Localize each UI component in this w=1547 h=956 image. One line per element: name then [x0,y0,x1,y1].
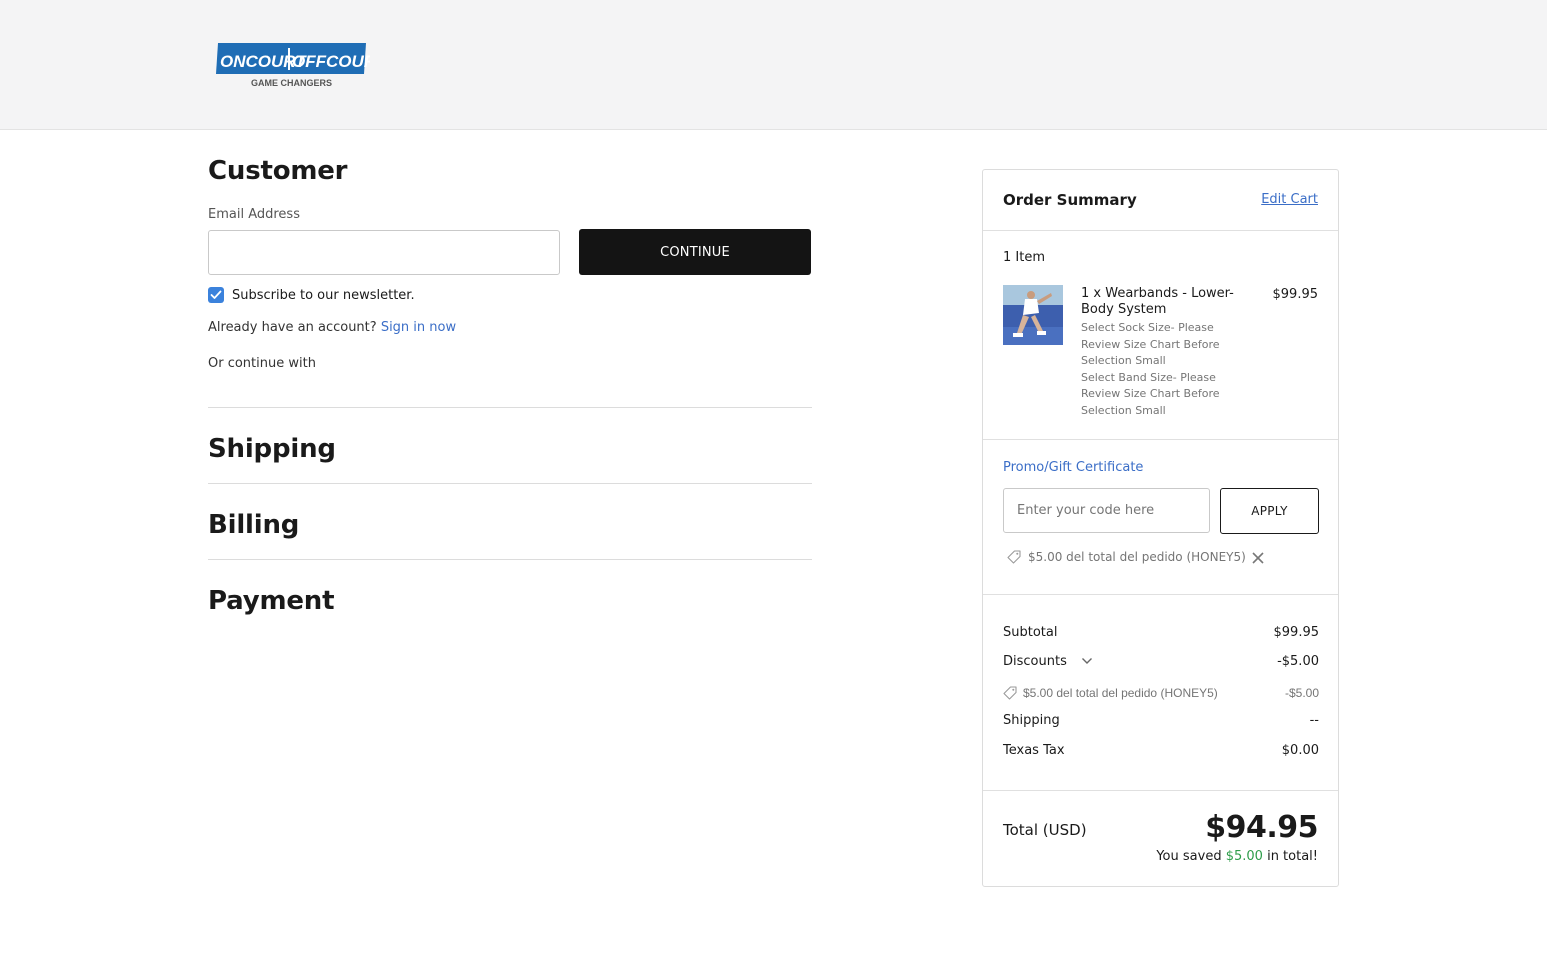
tax-label: Texas Tax [1003,743,1065,758]
promo-code-input[interactable] [1003,488,1210,533]
apply-promo-button[interactable]: APPLY [1220,488,1319,534]
email-field[interactable] [208,230,560,275]
subtotal-label: Subtotal [1003,625,1058,640]
section-divider [208,559,812,560]
product-thumbnail [1003,285,1063,345]
summary-divider [983,439,1338,440]
checkmark-icon [210,290,222,299]
applied-coupon: $5.00 del total del pedido (HONEY5) [1007,550,1246,564]
svg-text:OFFCOURT: OFFCOURT [292,52,370,71]
shipping-value: -- [1309,713,1319,728]
discount-detail-value: -$5.00 [1284,686,1319,700]
svg-text:GAME CHANGERS: GAME CHANGERS [251,78,332,88]
oncourt-offcourt-logo[interactable]: ONCOURT OFFCOURT GAME CHANGERS [214,40,370,90]
newsletter-checkbox[interactable] [208,287,224,303]
sign-in-prompt: Already have an account? Sign in now [208,320,456,335]
already-account-text: Already have an account? [208,320,377,335]
customer-section-title: Customer [208,156,348,186]
subtotal-row: Subtotal $99.95 [1003,625,1319,643]
chevron-down-icon[interactable] [1081,657,1093,665]
newsletter-label: Subscribe to our newsletter. [232,287,415,303]
subtotal-value: $99.95 [1273,625,1320,640]
shipping-section-title[interactable]: Shipping [208,434,336,464]
edit-cart-link[interactable]: Edit Cart [1261,192,1318,207]
saved-amount: $5.00 [1225,849,1263,864]
tax-row: Texas Tax $0.00 [1003,743,1319,761]
discounts-value: -$5.00 [1277,654,1319,669]
discounts-label-text: Discounts [1003,654,1067,669]
tag-icon [1003,686,1017,700]
payment-section-title[interactable]: Payment [208,586,335,616]
product-option: Select Band Size- Please Review Size Cha… [1081,370,1220,417]
continue-button[interactable]: CONTINUE [579,229,811,275]
total-amount: $94.95 [1205,810,1318,845]
billing-section-title[interactable]: Billing [208,510,299,540]
total-label: Total (USD) [1003,821,1087,839]
remove-coupon-icon[interactable] [1251,551,1265,565]
tax-value: $0.00 [1281,743,1319,758]
savings-message: You saved $5.00 in total! [1156,849,1318,864]
items-count: 1 Item [1003,250,1045,265]
discounts-row[interactable]: Discounts -$5.00 [1003,654,1319,672]
email-label: Email Address [208,207,300,222]
site-header: ONCOURT OFFCOURT GAME CHANGERS [0,0,1547,130]
tag-icon [1007,550,1021,564]
or-continue-with-text: Or continue with [208,356,316,371]
order-summary-panel: Order Summary Edit Cart 1 Item 1 x Wearb… [982,169,1339,887]
summary-divider [983,790,1338,791]
discounts-label[interactable]: Discounts [1003,654,1093,669]
summary-divider [983,230,1338,231]
section-divider [208,483,812,484]
shipping-row: Shipping -- [1003,713,1319,731]
newsletter-option[interactable]: Subscribe to our newsletter. [208,287,415,303]
promo-code-toggle[interactable]: Promo/Gift Certificate [1003,460,1143,475]
applied-coupon-text: $5.00 del total del pedido (HONEY5) [1028,550,1246,564]
product-name: 1 x Wearbands - Lower-Body System [1081,286,1234,317]
order-summary-title: Order Summary [1003,191,1137,209]
product-option: Select Sock Size- Please Review Size Cha… [1081,321,1220,367]
shipping-label: Shipping [1003,713,1060,728]
saved-prefix: You saved [1156,849,1222,864]
product-price: $99.95 [1272,287,1319,302]
discount-detail-label: $5.00 del total del pedido (HONEY5) [1023,686,1218,700]
sign-in-link[interactable]: Sign in now [381,320,456,335]
summary-divider [983,594,1338,595]
saved-suffix: in total! [1267,849,1318,864]
product-options: Select Sock Size- Please Review Size Cha… [1081,320,1221,419]
section-divider [208,407,812,408]
